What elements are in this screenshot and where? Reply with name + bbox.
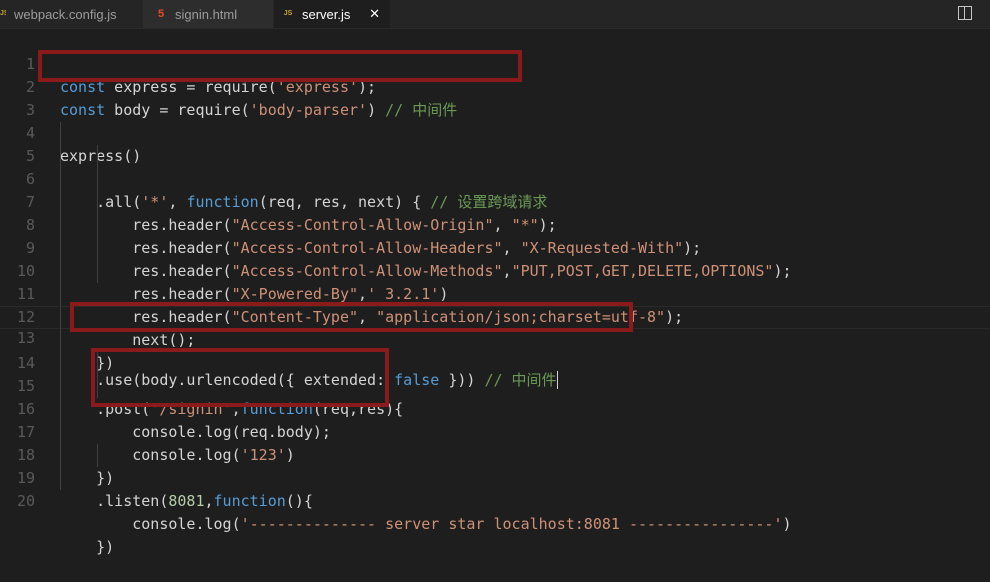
code-line: 10 res.header("Content-Type", "applicati… [0, 237, 990, 326]
line-number: 20 [16, 492, 35, 510]
tab-label: webpack.config.js [14, 6, 117, 22]
code-line: 19 console.log('-------------- server st… [0, 444, 990, 533]
highlight-box-console-logs [91, 348, 389, 407]
code-line: 7 res.header("Access-Control-Allow-Heade… [0, 168, 990, 257]
html5-icon: 5 [157, 8, 165, 20]
code-text: }) [60, 538, 115, 556]
highlight-box-body-require [38, 50, 522, 82]
js-icon: JS [283, 10, 293, 17]
code-text: console.log('-------------- server star … [60, 515, 792, 533]
code-text: .listen(8081,function(){ [60, 492, 313, 510]
code-line: 8 res.header("Access-Control-Allow-Metho… [0, 191, 990, 280]
close-icon[interactable]: ✕ [369, 6, 380, 22]
tab-server-js[interactable]: JS server.js ✕ [274, 0, 390, 28]
tab-webpack-config[interactable]: JS webpack.config.js [0, 0, 142, 28]
code-line: 4 express() [0, 99, 990, 165]
code-line: 5 .all('*', function(req, res, next) { /… [0, 122, 990, 211]
split-editor-icon[interactable] [958, 6, 972, 20]
highlight-box-use-urlencoded [70, 302, 633, 332]
tab-label: signin.html [175, 6, 238, 22]
code-line: 20 }) [0, 467, 990, 556]
tab-label: server.js [302, 6, 351, 22]
code-line: 11 next(); [0, 260, 990, 349]
tab-signin-html[interactable]: 5 signin.html [143, 0, 273, 28]
code-line: 18 .listen(8081,function(){ [0, 421, 990, 510]
code-line: 9 res.header("X-Powered-By",' 3.2.1') [0, 214, 990, 303]
code-line: 6 res.header("Access-Control-Allow-Origi… [0, 145, 990, 234]
tab-bar: JS webpack.config.js 5 signin.html JS se… [0, 0, 990, 29]
code-editor[interactable]: 1 const express = require('express'); 2 … [0, 30, 990, 557]
js-icon: JS [0, 10, 6, 17]
